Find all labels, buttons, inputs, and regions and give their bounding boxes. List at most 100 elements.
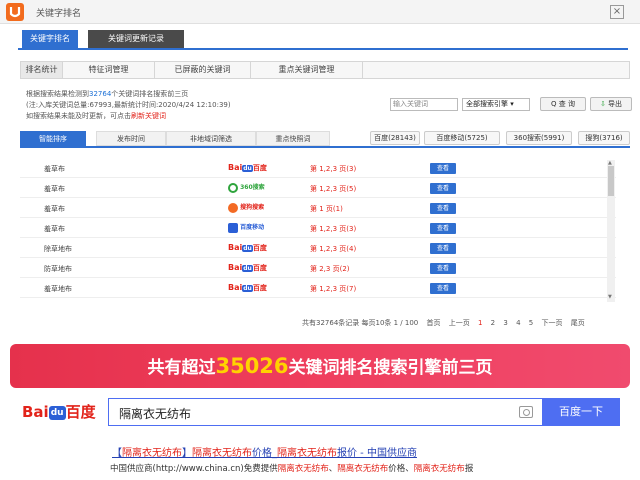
engine-tab-baidu[interactable]: 百度(28143) bbox=[370, 131, 420, 145]
rank-cell: 第 2,3 页(2) bbox=[310, 265, 350, 273]
result-desc-part: 中国供应商(http://www.china.cn)免费提供 bbox=[110, 464, 278, 474]
logo-text: 百度 bbox=[252, 164, 267, 172]
engine-tab-baidu-mobile[interactable]: 百度移动(5725) bbox=[424, 131, 500, 145]
pager-first[interactable]: 首页 bbox=[426, 319, 440, 327]
pager-page-3[interactable]: 3 bbox=[503, 319, 507, 327]
table-row: 羞草布 百度移动 第 1,2,3 页(3) 查看 bbox=[20, 218, 616, 238]
baidu-logo-icon: Baidu百度 bbox=[228, 161, 274, 174]
view-button[interactable]: 查看 bbox=[430, 183, 456, 194]
table-row: 羞草布 搜狗搜索 第 1 页(1) 查看 bbox=[20, 198, 616, 218]
engine-select[interactable]: 全部搜索引擎 ▾ bbox=[462, 98, 530, 111]
result-title-part: 】 bbox=[182, 448, 192, 459]
tab-snapshot-words[interactable]: 重点快照词 bbox=[256, 131, 330, 146]
logo-text: Bai bbox=[228, 243, 243, 252]
view-button[interactable]: 查看 bbox=[430, 263, 456, 274]
logo-text: 搜狗搜索 bbox=[240, 204, 265, 211]
export-label: 导出 bbox=[608, 100, 623, 108]
result-desc-part: 价格、 bbox=[388, 464, 414, 474]
tab-smart-sort[interactable]: 智能排序 bbox=[20, 131, 86, 146]
info-line-3: 如搜索结果未能及时更新，可点击刷新关键词 bbox=[26, 111, 166, 121]
sogou-logo-icon: 搜狗搜索 bbox=[228, 201, 274, 214]
baidu-logo-icon: Baidu百度 bbox=[228, 241, 274, 254]
view-button[interactable]: 查看 bbox=[430, 163, 456, 174]
result-desc-part: 报 bbox=[464, 464, 474, 474]
result-desc-highlight: 隔离衣无纺布 bbox=[277, 464, 329, 474]
search-button[interactable]: Q 查 询 bbox=[540, 97, 586, 111]
pager-prev[interactable]: 上一页 bbox=[449, 319, 470, 327]
tab-non-region[interactable]: 非地域词筛选 bbox=[166, 131, 256, 146]
engine-tab-sogou[interactable]: 搜狗(3716) bbox=[578, 131, 630, 145]
view-button[interactable]: 查看 bbox=[430, 283, 456, 294]
keyword-cell: 羞草布 bbox=[44, 185, 65, 193]
keyword-search-input[interactable]: 输入关键词 bbox=[390, 98, 458, 111]
refresh-hint: 如搜索结果未能及时更新，可点击 bbox=[26, 112, 131, 120]
refresh-keywords-link[interactable]: 刷新关键词 bbox=[131, 112, 166, 120]
logo-text: Bai bbox=[228, 163, 243, 172]
info-line-1: 根据搜索结果检测到32764个关键词排名搜索前三页 bbox=[26, 89, 188, 99]
pager-next[interactable]: 下一页 bbox=[541, 319, 562, 327]
logo-text: Bai bbox=[228, 283, 243, 292]
baidu-search-input[interactable]: 隔离衣无纺布 bbox=[108, 398, 542, 426]
info-prefix: 根据搜索结果检测到 bbox=[26, 90, 89, 98]
baidu-logo: Bai du 百度 bbox=[22, 401, 102, 423]
export-button[interactable]: ⇩ 导出 bbox=[590, 97, 632, 111]
pager-page-5[interactable]: 5 bbox=[529, 319, 533, 327]
banner-suffix: 关键词排名搜索引擎前三页 bbox=[288, 358, 493, 378]
keyword-cell: 除草地布 bbox=[44, 245, 72, 253]
subtab-stats[interactable]: 排名统计 bbox=[21, 62, 63, 78]
info-line-2: (注:入库关键词总量:67993,最新统计时间:2020/4/24 12:10:… bbox=[26, 101, 231, 109]
view-button[interactable]: 查看 bbox=[430, 243, 456, 254]
main-tabs: 关键字排名 关键词更新记录 bbox=[18, 30, 628, 50]
table-row: 防草地布 Baidu百度 第 2,3 页(2) 查看 bbox=[20, 258, 616, 278]
360-circle-icon bbox=[228, 182, 238, 193]
pager-last[interactable]: 尾页 bbox=[571, 319, 585, 327]
result-description: 中国供应商(http://www.china.cn)免费提供隔离衣无纺布、隔离衣… bbox=[110, 462, 473, 474]
pager-page-1[interactable]: 1 bbox=[478, 319, 482, 327]
promo-banner: 共有超过35026关键词排名搜索引擎前三页 bbox=[10, 344, 630, 388]
result-title-part: 【 bbox=[112, 448, 122, 459]
subtab-feature-words[interactable]: 特征词管理 bbox=[63, 62, 155, 78]
subtab-key-words[interactable]: 重点关键词管理 bbox=[251, 62, 363, 78]
close-icon[interactable]: × bbox=[610, 5, 624, 19]
scroll-down-icon[interactable]: ▼ bbox=[608, 294, 612, 300]
camera-icon[interactable] bbox=[519, 406, 533, 418]
view-button[interactable]: 查看 bbox=[430, 203, 456, 214]
view-button[interactable]: 查看 bbox=[430, 223, 456, 234]
app-logo-icon bbox=[6, 3, 24, 21]
logo-text: 百度 bbox=[252, 244, 267, 252]
keyword-cell: 防草地布 bbox=[44, 265, 72, 273]
logo-text: du bbox=[242, 165, 253, 172]
baidu-logo-icon: Baidu百度 bbox=[228, 261, 274, 274]
logo-text: du bbox=[242, 245, 253, 252]
banner-prefix: 共有超过 bbox=[147, 358, 216, 378]
tab-keyword-ranking[interactable]: 关键字排名 bbox=[22, 30, 78, 48]
logo-text: Bai bbox=[228, 263, 243, 272]
export-icon: ⇩ bbox=[599, 100, 606, 108]
sub-tabs: 排名统计 特征词管理 已屏蔽的关键词 重点关键词管理 bbox=[20, 61, 630, 79]
rank-cell: 第 1,2,3 页(3) bbox=[310, 165, 357, 173]
scroll-thumb[interactable] bbox=[608, 166, 614, 196]
pagination: 共有32764条记录 每页10条 1 / 100 首页 上一页 1 2 3 4 … bbox=[302, 318, 591, 330]
keyword-cell: 羞草布 bbox=[44, 165, 65, 173]
pager-page-4[interactable]: 4 bbox=[516, 319, 520, 327]
tab-update-log[interactable]: 关键词更新记录 bbox=[88, 30, 184, 48]
tab-publish-time[interactable]: 发布时间 bbox=[96, 131, 166, 146]
baidu-search-button[interactable]: 百度一下 bbox=[542, 398, 620, 426]
result-desc-highlight: 隔离衣无纺布 bbox=[413, 464, 465, 474]
table-row: 羞草布 360搜索 第 1,2,3 页(5) 查看 bbox=[20, 178, 616, 198]
title-bar: 关键字排名 × bbox=[0, 0, 640, 24]
pager-summary: 共有32764条记录 每页10条 1 / 100 bbox=[302, 319, 419, 327]
result-title-part: 报价 - 中国供应商 bbox=[337, 448, 417, 459]
result-title-link[interactable]: 【隔离衣无纺布】隔离衣无纺布价格_隔离衣无纺布报价 - 中国供应商 bbox=[112, 444, 417, 459]
result-title-highlight: 隔离衣无纺布 bbox=[192, 448, 252, 459]
table-scrollbar[interactable]: ▲ ▼ bbox=[607, 160, 615, 302]
banner-number: 35026 bbox=[215, 354, 289, 378]
engine-tab-360[interactable]: 360搜索(5991) bbox=[506, 131, 572, 145]
table-row: 羞草地布 Baidu百度 第 1,2,3 页(7) 查看 bbox=[20, 278, 616, 298]
subtab-blocked-words[interactable]: 已屏蔽的关键词 bbox=[155, 62, 251, 78]
logo-text: 百度移动 bbox=[240, 224, 265, 231]
list-tabs: 智能排序 发布时间 非地域词筛选 重点快照词 百度(28143) 百度移动(57… bbox=[20, 131, 630, 148]
logo-text: 百度 bbox=[252, 284, 267, 292]
pager-page-2[interactable]: 2 bbox=[491, 319, 495, 327]
keyword-cell: 羞草布 bbox=[44, 225, 65, 233]
